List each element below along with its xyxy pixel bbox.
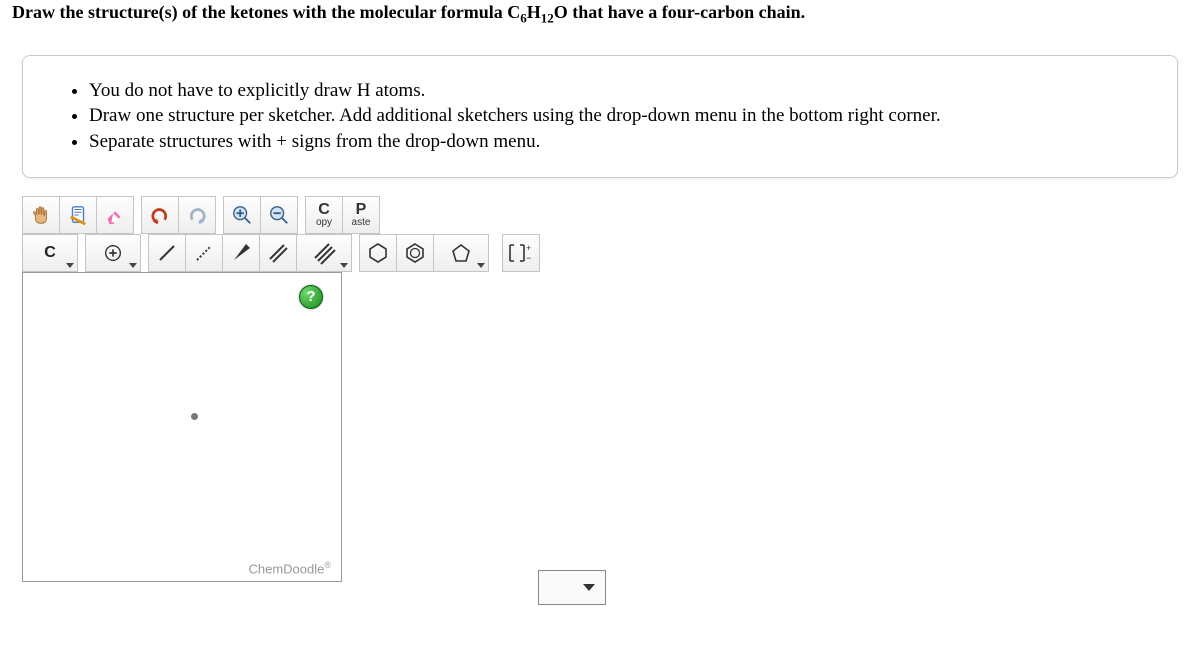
sketcher-area: Copy Paste C <box>22 196 624 582</box>
chevron-down-icon <box>129 263 137 268</box>
svg-text:+: + <box>526 243 531 253</box>
toolbar-row-1: Copy Paste <box>22 196 624 234</box>
toolbar-row-2: C <box>22 234 624 272</box>
instruction-item: Draw one structure per sketcher. Add add… <box>89 103 1147 129</box>
copy-button[interactable]: Copy <box>305 196 343 234</box>
svg-text:−: − <box>526 253 531 263</box>
wedge-bond-button[interactable] <box>222 234 260 272</box>
sketcher-canvas[interactable]: ? ChemDoodle® <box>22 272 342 582</box>
redo-button[interactable] <box>178 196 216 234</box>
paste-big: P <box>356 202 367 218</box>
chevron-down-icon <box>340 263 348 268</box>
chevron-down-icon <box>583 584 595 591</box>
bracket-charge-button[interactable]: +− <box>502 234 540 272</box>
instructions-box: You do not have to explicitly draw H ato… <box>22 55 1178 178</box>
instructions-list: You do not have to explicitly draw H ato… <box>53 78 1147 155</box>
single-bond-button[interactable] <box>148 234 186 272</box>
zoom-out-button[interactable] <box>260 196 298 234</box>
question-title: Draw the structure(s) of the ketones wit… <box>12 2 1188 27</box>
element-picker-button[interactable]: C <box>22 234 78 272</box>
instruction-item: Separate structures with + signs from th… <box>89 129 1147 155</box>
recessed-bond-button[interactable] <box>185 234 223 272</box>
triple-bond-button[interactable] <box>296 234 352 272</box>
erase-button[interactable] <box>96 196 134 234</box>
charge-button[interactable] <box>85 234 141 272</box>
paste-button[interactable]: Paste <box>342 196 380 234</box>
paste-small: aste <box>352 218 371 228</box>
zoom-in-button[interactable] <box>223 196 261 234</box>
brand-label: ChemDoodle® <box>248 560 331 576</box>
cyclohexane-button[interactable] <box>359 234 397 272</box>
clear-button[interactable] <box>59 196 97 234</box>
chevron-down-icon <box>66 263 74 268</box>
carbon-dot[interactable] <box>191 413 198 420</box>
instruction-item: You do not have to explicitly draw H ato… <box>89 78 1147 104</box>
element-label: C <box>44 244 56 262</box>
undo-button[interactable] <box>141 196 179 234</box>
help-button[interactable]: ? <box>299 285 323 309</box>
copy-small: opy <box>316 218 332 228</box>
ring-picker-button[interactable] <box>433 234 489 272</box>
benzene-button[interactable] <box>396 234 434 272</box>
add-sketcher-dropdown[interactable] <box>538 570 606 605</box>
copy-big: C <box>318 202 330 218</box>
hand-tool-button[interactable] <box>22 196 60 234</box>
double-bond-button[interactable] <box>259 234 297 272</box>
chevron-down-icon <box>477 263 485 268</box>
